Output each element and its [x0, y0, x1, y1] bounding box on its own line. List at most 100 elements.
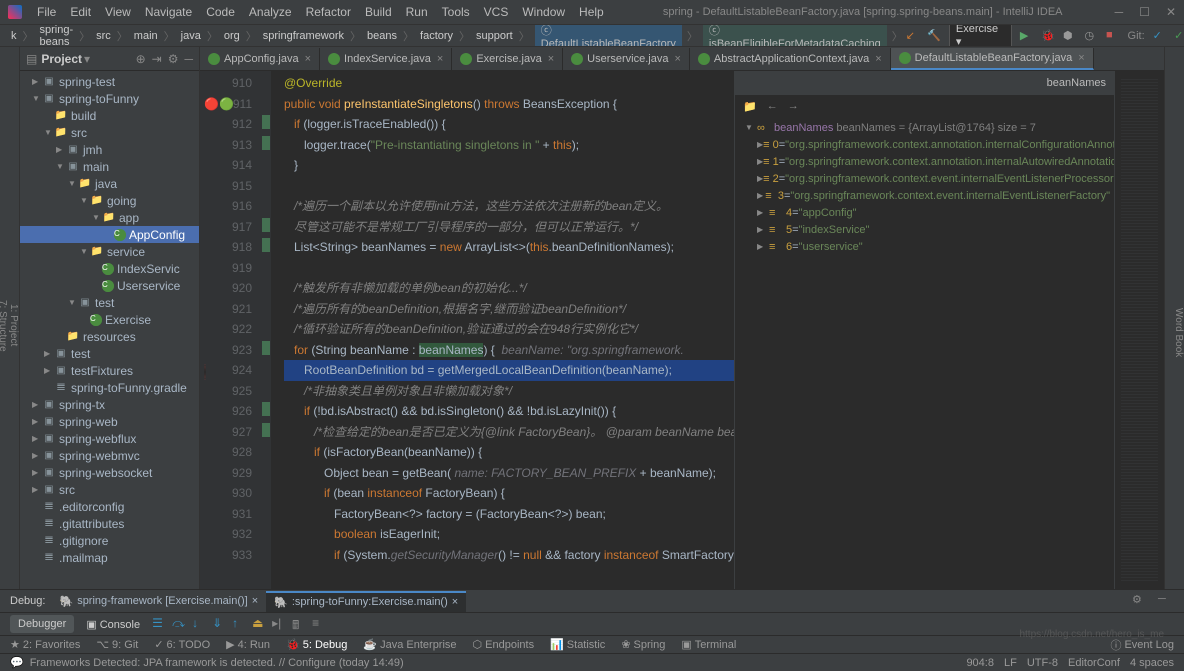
- crumb[interactable]: main: [131, 30, 161, 42]
- menu-edit[interactable]: Edit: [63, 5, 98, 19]
- settings-icon[interactable]: ⚙: [168, 52, 179, 66]
- menu-vcs[interactable]: VCS: [477, 5, 516, 19]
- tree-item[interactable]: ▶▣spring-test: [20, 73, 199, 90]
- status-item[interactable]: LF: [1004, 657, 1017, 669]
- menu-build[interactable]: Build: [358, 5, 399, 19]
- crumb[interactable]: beans: [364, 30, 400, 42]
- tool-wordbook[interactable]: Word Book: [1173, 77, 1184, 589]
- crumb[interactable]: src: [93, 30, 114, 42]
- tool-project[interactable]: 1: Project: [8, 77, 19, 574]
- tree-item[interactable]: ▼▣main: [20, 158, 199, 175]
- tool-statistic[interactable]: 📊 Statistic: [550, 638, 605, 651]
- close-icon[interactable]: ×: [452, 596, 458, 608]
- trace-icon[interactable]: ≡: [312, 616, 328, 632]
- debug-session-tab[interactable]: 🐘spring-framework [Exercise.main()] ×: [51, 591, 266, 612]
- debugger-tab[interactable]: Debugger: [10, 615, 74, 633]
- crumb[interactable]: org: [221, 30, 243, 42]
- tree-item[interactable]: ▶▣jmh: [20, 141, 199, 158]
- var-entry[interactable]: ▶≡1 = "org.springframework.context.annot…: [739, 153, 1110, 170]
- close-tab-icon[interactable]: ×: [875, 53, 881, 65]
- status-notification-icon[interactable]: 💬: [10, 656, 24, 669]
- tool-favorites[interactable]: ★ 2: Favorites: [10, 638, 80, 651]
- crumb[interactable]: java: [178, 30, 204, 42]
- collapse-all-icon[interactable]: ⇥: [152, 52, 162, 66]
- tool-endpoints[interactable]: ⬡ Endpoints: [473, 638, 535, 651]
- project-title[interactable]: Project: [41, 52, 82, 66]
- minimize-icon[interactable]: ─: [1115, 5, 1124, 19]
- threads-icon[interactable]: ☰: [152, 616, 168, 632]
- tree-item[interactable]: ▶▣spring-webmvc: [20, 447, 199, 464]
- drop-frame-icon[interactable]: ⏏: [252, 616, 268, 632]
- tree-item[interactable]: ▼▣test: [20, 294, 199, 311]
- run-icon[interactable]: ▶: [1020, 29, 1034, 43]
- tree-item[interactable]: ▶▣src: [20, 481, 199, 498]
- line-gutter[interactable]: 910🔴🟢91191291391491591691791891992092192…: [200, 71, 260, 589]
- close-icon[interactable]: ×: [252, 595, 258, 607]
- nav-back-icon[interactable]: ←: [767, 100, 778, 112]
- tree-item[interactable]: ▼▣spring-toFunny: [20, 90, 199, 107]
- step-out-icon[interactable]: ↑: [232, 616, 248, 632]
- menu-refactor[interactable]: Refactor: [299, 5, 358, 19]
- menu-file[interactable]: File: [30, 5, 63, 19]
- tool-terminal[interactable]: ▣ Terminal: [681, 638, 736, 651]
- crumb[interactable]: k: [8, 30, 20, 42]
- console-tab[interactable]: ▣Console: [78, 615, 148, 634]
- tree-item[interactable]: CAppConfig: [20, 226, 199, 243]
- stop-icon[interactable]: ■: [1106, 29, 1120, 43]
- variables-tree[interactable]: ▼∞ beanNames beanNames = {ArrayList@1764…: [735, 117, 1114, 589]
- tree-item[interactable]: ▼📁app: [20, 209, 199, 226]
- var-root[interactable]: ▼∞ beanNames beanNames = {ArrayList@1764…: [739, 119, 1110, 136]
- breakpoint-icon[interactable]: [204, 364, 206, 380]
- editor-tab[interactable]: DefaultListableBeanFactory.java×: [891, 48, 1094, 70]
- tree-item[interactable]: 📁resources: [20, 328, 199, 345]
- nav-fwd-icon[interactable]: →: [788, 100, 799, 112]
- editor-tab[interactable]: IndexService.java×: [320, 48, 452, 70]
- git-update-icon[interactable]: ✓: [1153, 29, 1167, 43]
- tool-todo[interactable]: ✓ 6: TODO: [154, 638, 210, 651]
- crumb[interactable]: spring-beans: [37, 25, 77, 47]
- status-item[interactable]: 4 spaces: [1130, 657, 1174, 669]
- tree-item[interactable]: ▶▣spring-websocket: [20, 464, 199, 481]
- tree-item[interactable]: 𝌆.editorconfig: [20, 498, 199, 515]
- status-item[interactable]: 904:8: [966, 657, 994, 669]
- menu-code[interactable]: Code: [199, 5, 242, 19]
- force-step-into-icon[interactable]: ⇓: [212, 616, 228, 632]
- build-icon[interactable]: 🔨: [927, 29, 941, 43]
- menu-tools[interactable]: Tools: [435, 5, 477, 19]
- tree-item[interactable]: ▶▣test: [20, 345, 199, 362]
- tree-item[interactable]: ▶▣spring-web: [20, 413, 199, 430]
- var-entry[interactable]: ▶≡4 = "appConfig": [739, 204, 1110, 221]
- step-into-icon[interactable]: ↓: [192, 616, 208, 632]
- tree-item[interactable]: 𝌆.mailmap: [20, 549, 199, 566]
- tree-item[interactable]: 𝌆.gitattributes: [20, 515, 199, 532]
- editor-tab[interactable]: Userservice.java×: [563, 48, 690, 70]
- select-opened-icon[interactable]: ⊕: [136, 52, 146, 66]
- tree-item[interactable]: ▼📁going: [20, 192, 199, 209]
- menu-view[interactable]: View: [98, 5, 138, 19]
- hide-debug-icon[interactable]: ─: [1158, 593, 1174, 609]
- tool-structure[interactable]: 7: Structure: [0, 77, 8, 574]
- menu-run[interactable]: Run: [399, 5, 435, 19]
- close-tab-icon[interactable]: ×: [674, 53, 680, 65]
- status-item[interactable]: UTF-8: [1027, 657, 1058, 669]
- maximize-icon[interactable]: ☐: [1139, 5, 1150, 19]
- tool-javaenterprise[interactable]: ☕ Java Enterprise: [363, 638, 456, 651]
- run-to-cursor-icon[interactable]: ▸|: [272, 616, 288, 632]
- status-item[interactable]: EditorConf: [1068, 657, 1120, 669]
- editor-tab[interactable]: AppConfig.java×: [200, 48, 320, 70]
- close-tab-icon[interactable]: ×: [305, 53, 311, 65]
- var-entry[interactable]: ▶≡5 = "indexService": [739, 221, 1110, 238]
- tree-item[interactable]: CIndexServic: [20, 260, 199, 277]
- project-tree[interactable]: ▶▣spring-test▼▣spring-toFunny📁build▼📁src…: [20, 71, 199, 589]
- code-editor[interactable]: @Overridepublic void preInstantiateSingl…: [272, 71, 734, 589]
- nav-up-icon[interactable]: 📁: [743, 100, 757, 113]
- tree-item[interactable]: ▼📁java: [20, 175, 199, 192]
- evaluate-icon[interactable]: 🖩: [292, 616, 308, 632]
- tree-item[interactable]: ▶▣testFixtures: [20, 362, 199, 379]
- close-tab-icon[interactable]: ×: [437, 53, 443, 65]
- back-nav-icon[interactable]: ↙: [906, 29, 920, 43]
- debug-session-tab[interactable]: 🐘:spring-toFunny:Exercise.main() ×: [266, 591, 466, 612]
- gear-icon[interactable]: ⚙: [1132, 593, 1148, 609]
- close-tab-icon[interactable]: ×: [548, 53, 554, 65]
- status-message[interactable]: Frameworks Detected: JPA framework is de…: [30, 657, 404, 669]
